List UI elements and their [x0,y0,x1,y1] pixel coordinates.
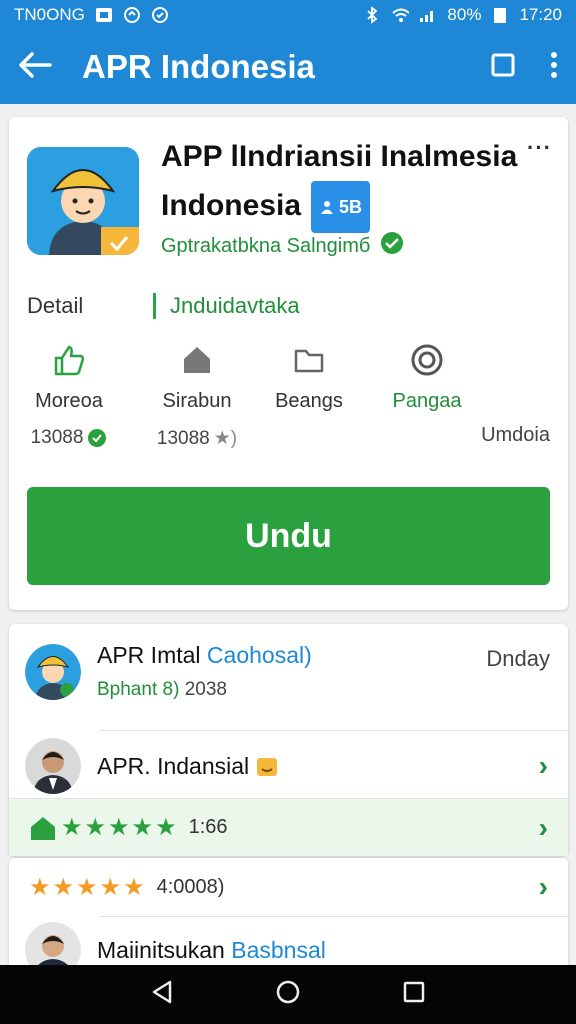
list-item-text: APR. Indansial [97,753,278,780]
green-badge-icon [88,429,107,447]
stars-icon: ★★★★★ [61,814,179,841]
carrier-label: TN0ONG [14,5,85,24]
sync-icon [123,6,141,24]
person-icon [321,201,334,214]
stars-icon: ★★★★★ [29,873,147,901]
list-item-title: APR. Indansial [97,753,278,780]
stat-home[interactable]: Sirabun 13088 ★) [137,342,257,450]
stat-label: Sirabun [162,390,232,412]
folder-icon [249,342,369,378]
avatar [25,738,81,794]
list-item-title: Maiinitsukan Basbnsal [97,936,326,963]
emoji-icon [256,753,278,779]
rating-text: 4:0008) [156,875,225,898]
stat-value: 13088 ★) [156,427,238,450]
rating-text: 1:66 [188,816,228,838]
stat-value: 13088 [9,427,129,449]
list-item-title: APR Imtal Caohosal) [97,642,312,668]
star-rating: ★★★★★ [29,873,147,902]
related-list-card: APR Imtal Caohosal) Bphant 8) 2038 Dnday… [9,624,568,856]
signal-icon [419,6,437,24]
back-icon[interactable] [150,979,174,1010]
star-rating: ★★★★★ [29,813,179,842]
home-circle-icon[interactable] [275,979,301,1010]
developer-name: Gptrakatbkna Salngimб [161,234,371,257]
wifi-icon [391,6,410,24]
status-bar: TN0ONG 80% 17:20 [0,0,576,30]
detail-value: Jnduidavtaka [170,293,300,318]
app-icon [27,147,139,255]
app-name-line1: APP lIndriansii Inalmesia [161,140,518,173]
app-name: APP lIndriansii Inalmesia Indonesia 5B [161,133,541,233]
page-title: APR Indonesia [82,48,315,85]
app-detail-card: APP lIndriansii Inalmesia Indonesia 5B ··… [9,117,568,610]
divider [99,916,568,917]
chevron-right-icon: › [538,750,548,781]
square-icon[interactable] [490,52,516,83]
recents-icon[interactable] [402,980,426,1009]
stat-label: Beangs [275,390,343,412]
stats-row: Moreoa 13088 Sirabun 13088 ★) Beangs Pan… [9,342,568,452]
more-options-icon[interactable]: ··· [527,135,552,161]
detail-label: Detail [27,293,84,318]
app-name-line2: Indonesia 5B [161,181,541,233]
system-nav-bar [0,965,576,1024]
thumbs-up-icon [9,342,129,378]
star-icon: ★) [213,428,238,449]
list-item-1[interactable]: APR Imtal Caohosal) Bphant 8) 2038 Dnday [9,642,568,701]
detail-divider [153,293,156,319]
stat-folder[interactable]: Beangs [249,342,369,413]
stat-whatsapp[interactable]: Pangaa [367,342,487,413]
overflow-menu-icon[interactable] [550,51,558,84]
bluetooth-icon [363,6,381,24]
age-badge: 5B [311,181,371,233]
shield-icon [151,6,169,24]
download-button[interactable]: Undu [27,487,550,585]
home-icon [137,342,257,378]
rating-row-2[interactable]: ★★★★★ 4:0008) › [9,858,568,916]
verified-icon [380,231,404,261]
divider [99,730,568,731]
list-item-text: APR Imtal Caohosal) Bphant 8) 2038 [97,642,312,701]
battery-percent: 80% [447,5,482,24]
list-item-subtitle: Bphant 8) 2038 [97,679,227,700]
list-item-meta: Dnday [486,646,550,671]
stat-thumbs-up[interactable]: Moreoa 13088 [9,342,129,449]
rating-row-1[interactable]: ★★★★★ 1:66 › [9,798,568,856]
list-item-2[interactable]: APR. Indansial › [9,736,568,796]
stat-extra-label: Umdoia [481,424,550,446]
house-icon [31,816,55,840]
detail-row[interactable]: Detail Jnduidavtaka [27,293,547,319]
developer-row[interactable]: Gptrakatbkna Salngimб [161,231,404,261]
related-list-card-2: ★★★★★ 4:0008) › Maiinitsukan Basbnsal [9,858,568,978]
stat-label: Moreoa [35,390,103,412]
back-arrow-icon[interactable] [18,51,52,84]
app-bar: APR Indonesia [0,30,576,104]
whatsapp-icon [367,342,487,378]
clock: 17:20 [519,5,562,24]
list-item-text: Maiinitsukan Basbnsal [97,937,326,964]
battery-icon [491,6,509,24]
stat-label: Pangaa [392,390,462,412]
message-icon [95,6,113,24]
avatar [25,643,81,700]
chevron-right-icon: › [538,871,548,902]
chevron-right-icon: › [538,811,548,843]
